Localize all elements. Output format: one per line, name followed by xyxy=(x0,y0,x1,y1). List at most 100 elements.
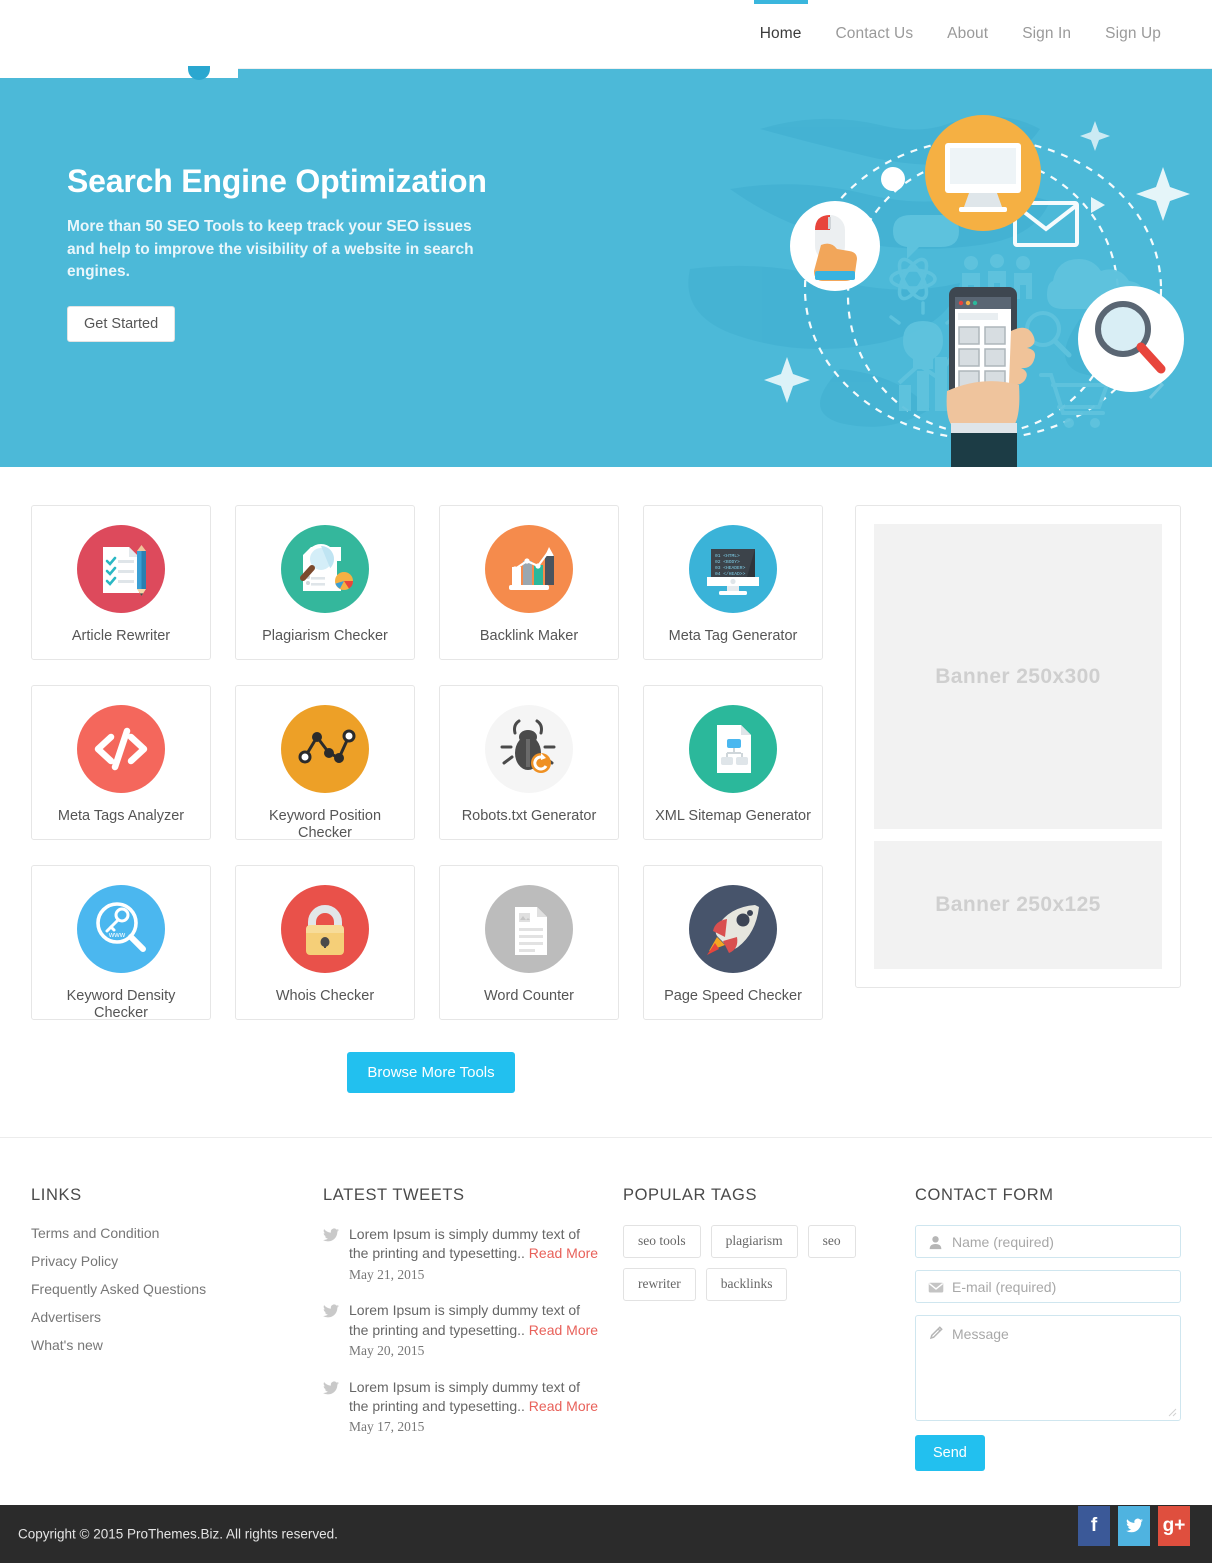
footer-contact-column: CONTACT FORM Name (required) E-mail (req… xyxy=(915,1186,1181,1471)
email-input[interactable] xyxy=(952,1278,1180,1295)
bar-chart-growth-icon xyxy=(485,525,573,613)
tweet-read-more[interactable]: Read More xyxy=(529,1322,598,1338)
tool-card-keyword-density-checker[interactable]: www Keyword Density Checker xyxy=(31,865,211,1022)
facebook-icon[interactable]: f xyxy=(1078,1506,1110,1546)
tweet-read-more[interactable]: Read More xyxy=(529,1398,598,1414)
hero-title: Search Engine Optimization xyxy=(67,163,487,199)
footer-tags-column: POPULAR TAGS seo tools plagiarism seo re… xyxy=(623,1186,915,1471)
tool-card-article-rewriter[interactable]: Article Rewriter xyxy=(31,505,211,660)
tool-card-page-speed-checker[interactable]: Page Speed Checker xyxy=(643,865,823,1020)
sitemap-document-icon xyxy=(689,705,777,793)
tool-label: Page Speed Checker xyxy=(664,988,802,1004)
twitter-bird-icon xyxy=(323,1225,349,1284)
top-navigation: Home Contact Us About Sign In Sign Up xyxy=(0,0,1212,80)
rocket-icon xyxy=(689,885,777,973)
browse-more-wrap: Browse More Tools xyxy=(31,1052,831,1093)
nav-item-contact-us[interactable]: Contact Us xyxy=(819,1,931,67)
tweet-date: May 21, 2015 xyxy=(349,1266,425,1282)
tag-list: seo tools plagiarism seo rewriter backli… xyxy=(623,1225,883,1301)
nav-item-sign-in[interactable]: Sign In xyxy=(1005,1,1088,67)
footer-link-privacy[interactable]: Privacy Policy xyxy=(31,1253,323,1269)
twitter-bird-icon xyxy=(323,1301,349,1360)
svg-text:01 <HTML>: 01 <HTML> xyxy=(715,553,740,559)
social-links: f g+ xyxy=(1078,1506,1190,1546)
monitor-code-icon: 01 <HTML> 02 <BODY> 03 <HEADER> 04 </HEA… xyxy=(689,525,777,613)
svg-text:02 <BODY>: 02 <BODY> xyxy=(715,559,740,565)
name-input[interactable] xyxy=(952,1233,1180,1250)
nav-item-sign-up[interactable]: Sign Up xyxy=(1088,1,1178,67)
tool-card-meta-tags-analyzer[interactable]: Meta Tags Analyzer xyxy=(31,685,211,840)
footer-link-advertisers[interactable]: Advertisers xyxy=(31,1309,323,1325)
tweet-body: Lorem Ipsum is simply dummy text of the … xyxy=(349,1225,599,1284)
carousel-next-icon[interactable] xyxy=(1145,369,1167,401)
tweet-read-more[interactable]: Read More xyxy=(529,1245,598,1261)
nav-item-home[interactable]: Home xyxy=(743,0,819,67)
tweet-item: Lorem Ipsum is simply dummy text of the … xyxy=(323,1301,623,1360)
nav-item-about[interactable]: About xyxy=(930,1,1005,67)
hero-text-block: Search Engine Optimization More than 50 … xyxy=(67,163,537,343)
message-field-wrap xyxy=(915,1315,1181,1421)
text-document-icon xyxy=(485,885,573,973)
copyright-text: Copyright © 2015 ProThemes.Biz. All righ… xyxy=(18,1526,338,1542)
tag-plagiarism[interactable]: plagiarism xyxy=(710,1225,798,1258)
magnifier-key-www-icon: www xyxy=(77,885,165,973)
hero-banner: Search Engine Optimization More than 50 … xyxy=(0,69,1212,467)
tweet-body: Lorem Ipsum is simply dummy text of the … xyxy=(349,1301,599,1360)
tool-label: Keyword Position Checker xyxy=(268,808,382,842)
tools-grid: Article Rewriter Plagiarism Checker Back… xyxy=(31,505,831,1022)
google-plus-icon[interactable]: g+ xyxy=(1158,1506,1190,1546)
twitter-icon[interactable] xyxy=(1118,1506,1150,1546)
email-field-wrap xyxy=(915,1270,1181,1303)
hero-subtitle: More than 50 SEO Tools to keep track you… xyxy=(67,218,474,281)
tool-card-whois-checker[interactable]: Whois Checker xyxy=(235,865,415,1020)
tweet-body: Lorem Ipsum is simply dummy text of the … xyxy=(349,1378,599,1437)
browse-more-tools-button[interactable]: Browse More Tools xyxy=(347,1052,515,1093)
twitter-bird-icon xyxy=(323,1378,349,1437)
tool-label: Whois Checker xyxy=(275,988,375,1004)
footer-link-terms[interactable]: Terms and Condition xyxy=(31,1225,323,1241)
footer-links-title: LINKS xyxy=(31,1186,82,1204)
banner-250x125[interactable]: Banner 250x125 xyxy=(874,841,1162,969)
magnifier-report-icon xyxy=(281,525,369,613)
tool-card-keyword-position-checker[interactable]: Keyword Position Checker xyxy=(235,685,415,842)
footer: LINKS Terms and Condition Privacy Policy… xyxy=(0,1138,1212,1505)
tool-label: Meta Tags Analyzer xyxy=(57,808,185,824)
tool-label: Backlink Maker xyxy=(479,628,579,644)
tool-card-plagiarism-checker[interactable]: Plagiarism Checker xyxy=(235,505,415,660)
tag-backlinks[interactable]: backlinks xyxy=(705,1267,788,1301)
banner-250x300[interactable]: Banner 250x300 xyxy=(874,524,1162,829)
tag-seo-tools[interactable]: seo tools xyxy=(623,1225,701,1258)
footer-tweets-column: LATEST TWEETS Lorem Ipsum is simply dumm… xyxy=(323,1186,623,1471)
bug-icon xyxy=(485,705,573,793)
tool-card-robots-txt-generator[interactable]: Robots.txt Generator xyxy=(439,685,619,840)
tool-label: Keyword Density Checker xyxy=(66,988,176,1022)
tool-card-meta-tag-generator[interactable]: 01 <HTML> 02 <BODY> 03 <HEADER> 04 </HEA… xyxy=(643,505,823,660)
tool-card-word-counter[interactable]: Word Counter xyxy=(439,865,619,1020)
tool-label: Robots.txt Generator xyxy=(461,808,597,824)
message-textarea[interactable] xyxy=(952,1326,1170,1410)
tool-label: Plagiarism Checker xyxy=(262,628,388,644)
tweet-date: May 17, 2015 xyxy=(349,1419,425,1435)
tweet-item: Lorem Ipsum is simply dummy text of the … xyxy=(323,1225,623,1284)
name-field-wrap xyxy=(915,1225,1181,1258)
resize-grip-icon[interactable] xyxy=(1168,1408,1177,1417)
pencil-icon xyxy=(927,1325,944,1342)
tool-label: XML Sitemap Generator xyxy=(655,808,811,824)
line-chart-nodes-icon xyxy=(281,705,369,793)
page: Home Contact Us About Sign In Sign Up Se… xyxy=(0,0,1212,1563)
tool-label: Word Counter xyxy=(484,988,574,1004)
tool-card-backlink-maker[interactable]: Backlink Maker xyxy=(439,505,619,660)
tweet-item: Lorem Ipsum is simply dummy text of the … xyxy=(323,1378,623,1437)
envelope-icon xyxy=(927,1279,944,1296)
sidebar-banners: Banner 250x300 Banner 250x125 xyxy=(855,505,1181,988)
user-icon xyxy=(927,1234,944,1251)
tool-card-xml-sitemap-generator[interactable]: XML Sitemap Generator xyxy=(643,685,823,840)
tag-rewriter[interactable]: rewriter xyxy=(623,1267,696,1301)
tag-seo[interactable]: seo xyxy=(807,1225,856,1258)
seo-network-illustration xyxy=(753,91,1212,467)
send-button[interactable]: Send xyxy=(915,1435,985,1471)
get-started-button[interactable]: Get Started xyxy=(67,306,176,343)
footer-link-faq[interactable]: Frequently Asked Questions xyxy=(31,1281,323,1297)
footer-link-whats-new[interactable]: What's new xyxy=(31,1337,323,1353)
footer-links-column: LINKS Terms and Condition Privacy Policy… xyxy=(31,1186,323,1471)
